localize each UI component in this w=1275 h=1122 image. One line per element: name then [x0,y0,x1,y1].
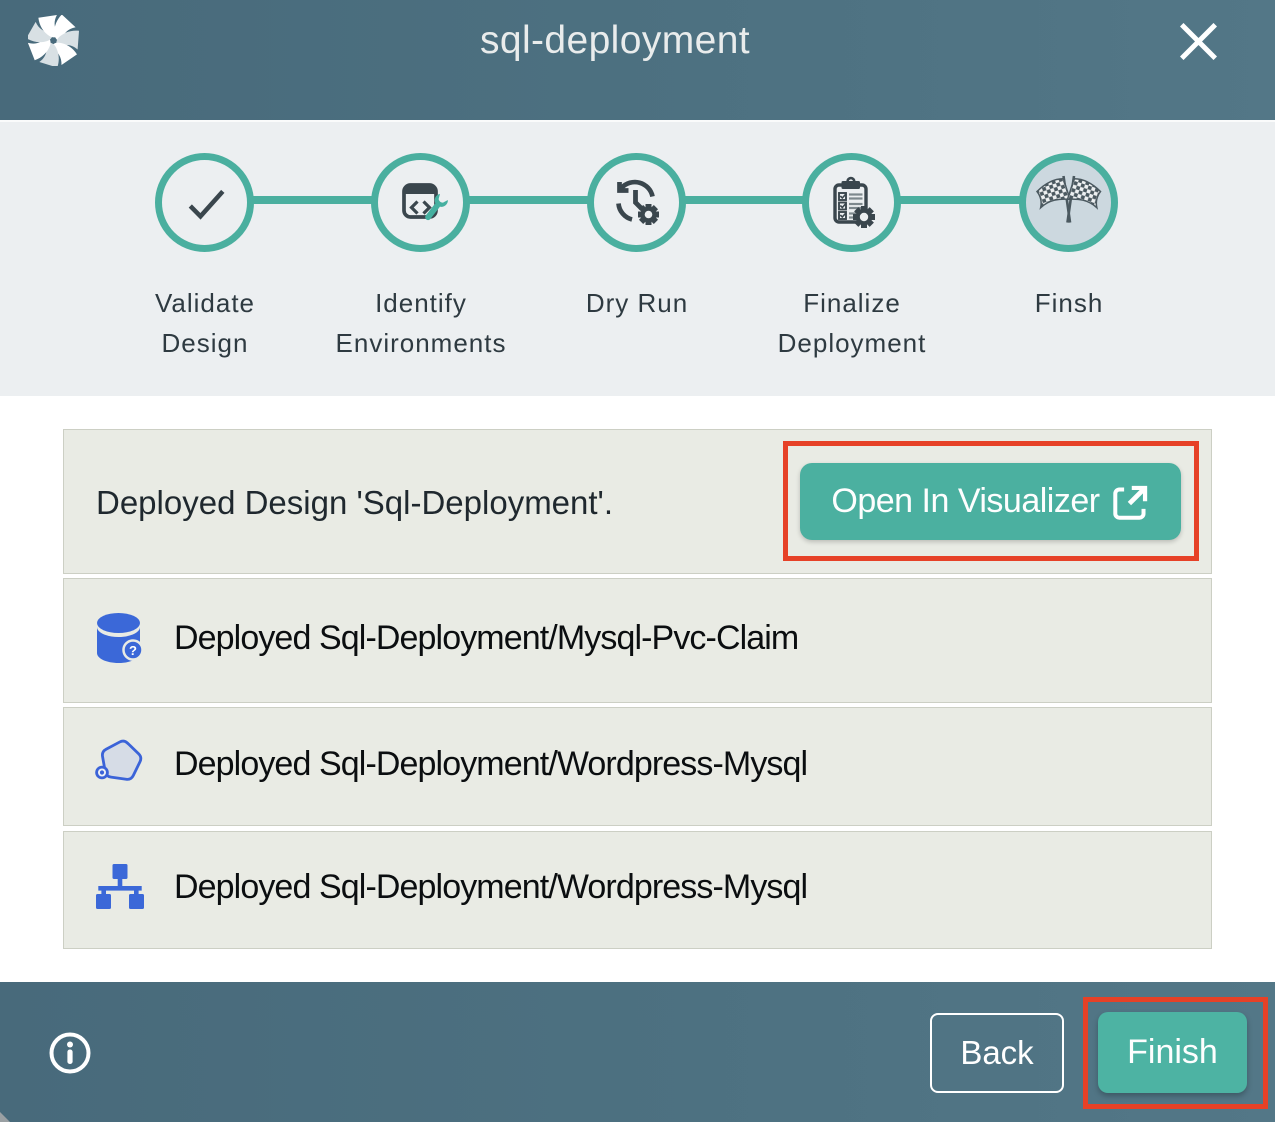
svg-text:?: ? [129,643,137,658]
